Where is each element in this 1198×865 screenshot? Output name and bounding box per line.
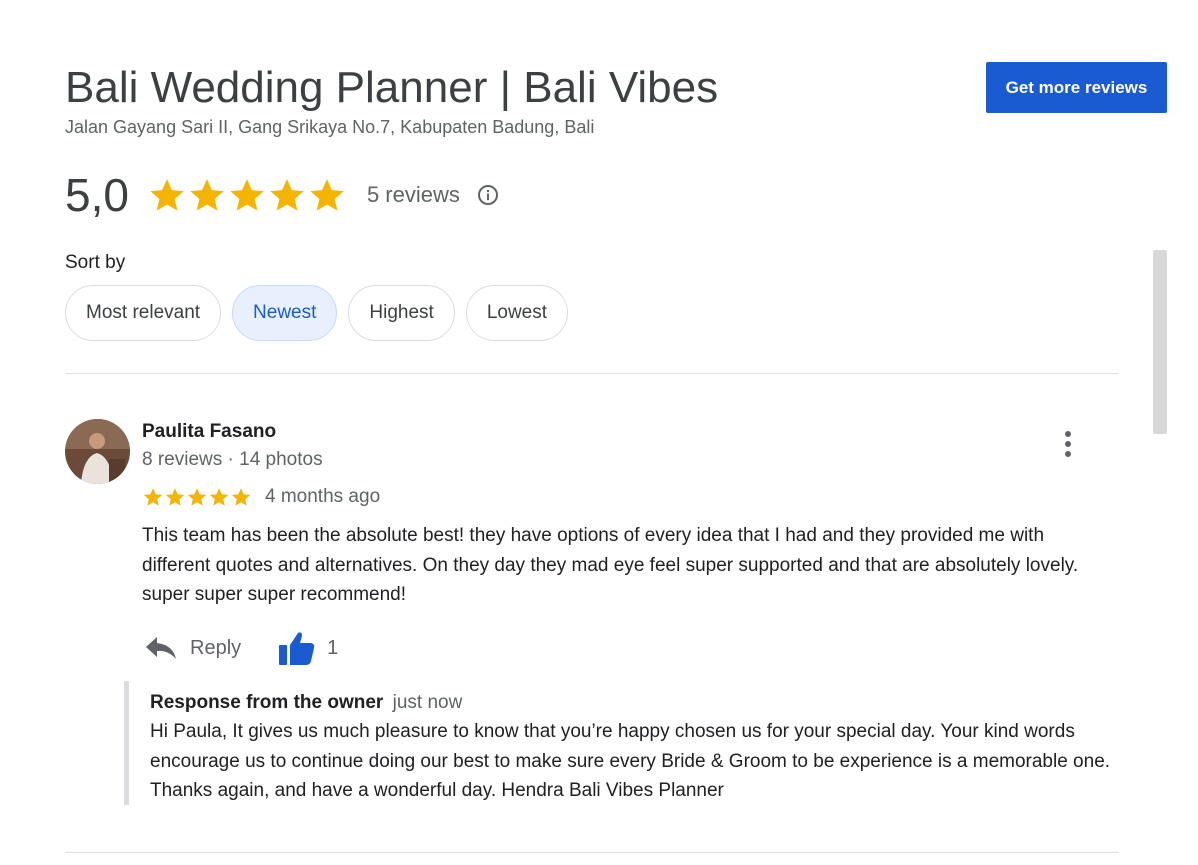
star-icon: [165, 488, 185, 506]
thumbs-up-icon[interactable]: [277, 630, 317, 666]
star-icon: [190, 179, 224, 211]
scrollbar-thumb[interactable]: [1153, 250, 1167, 434]
owner-response-time: just now: [392, 692, 463, 713]
review-time: 4 months ago: [265, 486, 381, 507]
owner-response-header: Response from the owner just now: [150, 691, 1124, 715]
review-stars: [142, 486, 252, 508]
review-count: 5 reviews: [366, 182, 460, 207]
more-vert-icon[interactable]: [1056, 428, 1080, 460]
info-icon[interactable]: [476, 183, 500, 207]
sort-most-relevant-chip[interactable]: Most relevant: [65, 285, 222, 341]
sort-lowest-chip[interactable]: Lowest: [465, 285, 569, 341]
reviews-page: Bali Wedding Planner | Bali Vibes Jalan …: [0, 0, 1198, 865]
business-name: Bali Wedding Planner | Bali Vibes: [65, 63, 719, 112]
owner-response-text: Hi Paula, It gives us much pleasure to k…: [150, 721, 1111, 801]
sort-by-label: Sort by: [65, 252, 126, 273]
divider: [65, 852, 1119, 853]
star-icon: [231, 488, 251, 506]
star-icon: [150, 179, 184, 211]
get-more-reviews-button[interactable]: Get more reviews: [986, 62, 1167, 113]
reply-arrow-icon[interactable]: [144, 635, 178, 661]
star-icon: [310, 179, 344, 211]
review-actions: Reply 1: [144, 628, 338, 668]
star-icon: [230, 179, 264, 211]
owner-response: Response from the owner just now Hi Paul…: [124, 681, 1124, 805]
overall-stars: [147, 175, 347, 215]
star-icon: [209, 488, 229, 506]
reviewer-meta: 8 reviews · 14 photos: [142, 449, 323, 470]
reviewer-name[interactable]: Paulita Fasano: [142, 421, 276, 443]
business-address: Jalan Gayang Sari II, Gang Srikaya No.7,…: [65, 117, 595, 137]
star-icon: [143, 488, 163, 506]
star-icon: [270, 179, 304, 211]
overall-rating: 5,0 5 reviews: [65, 165, 500, 225]
avatar[interactable]: [65, 419, 130, 484]
reply-button[interactable]: Reply: [190, 637, 241, 660]
sort-newest-chip[interactable]: Newest: [232, 285, 338, 341]
sort-highest-chip[interactable]: Highest: [348, 285, 455, 341]
review-rating: 4 months ago: [142, 484, 380, 510]
review-text: This team has been the absolute best! th…: [142, 525, 1079, 605]
divider: [65, 373, 1119, 374]
owner-response-title: Response from the owner: [150, 692, 384, 713]
like-count: 1: [327, 636, 339, 659]
star-icon: [187, 488, 207, 506]
rating-value: 5,0: [65, 169, 129, 221]
sort-options: Most relevant Newest Highest Lowest: [65, 285, 579, 341]
